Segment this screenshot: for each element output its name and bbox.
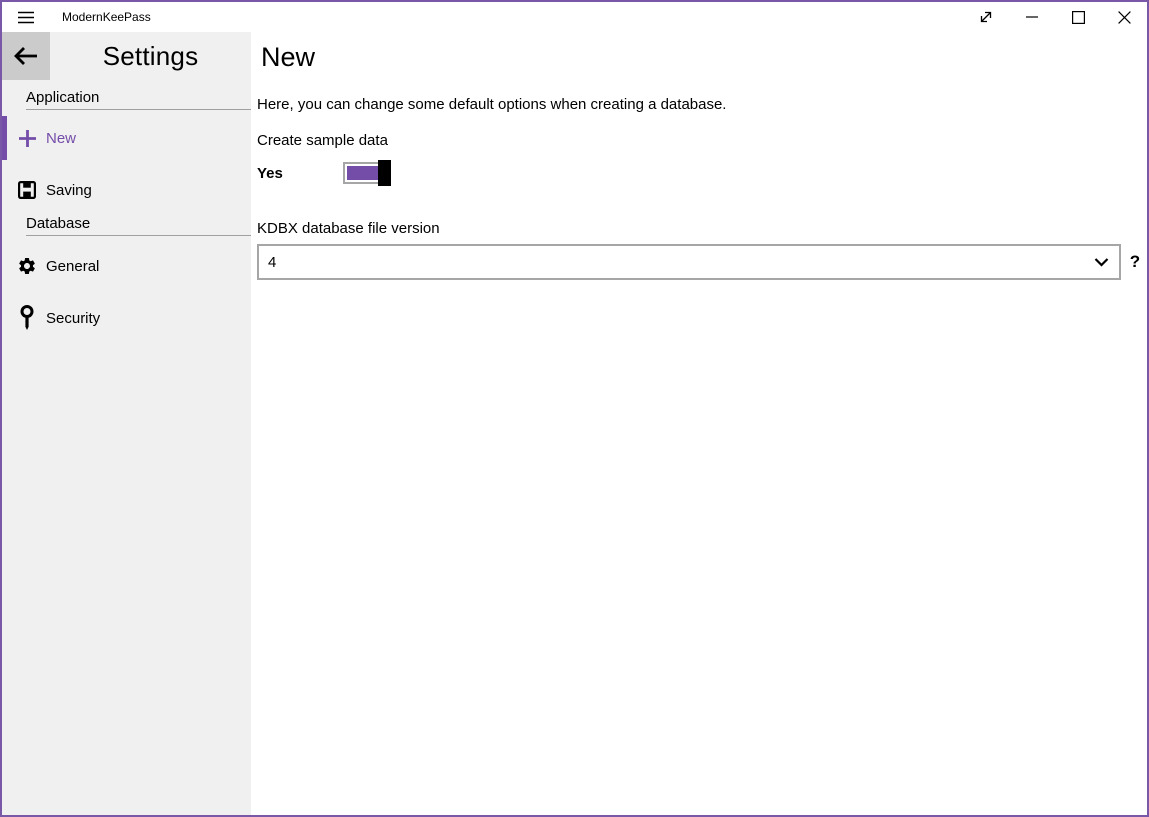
settings-page-new: New Here, you can change some default op… bbox=[251, 32, 1149, 815]
sidebar-item-saving[interactable]: Saving bbox=[2, 168, 251, 212]
sidebar-item-label: New bbox=[46, 130, 76, 147]
back-arrow-icon bbox=[13, 46, 39, 66]
create-sample-data-toggle[interactable] bbox=[343, 162, 391, 184]
sidebar-header: Settings bbox=[2, 32, 251, 80]
fullscreen-icon bbox=[979, 10, 993, 24]
maximize-icon bbox=[1072, 11, 1085, 24]
app-window: ModernKeePass bbox=[0, 0, 1149, 817]
chevron-down-icon bbox=[1094, 258, 1109, 267]
minimize-icon bbox=[1026, 16, 1038, 18]
fullscreen-button[interactable] bbox=[963, 2, 1009, 32]
titlebar: ModernKeePass bbox=[2, 2, 1147, 32]
toggle-state-label: Yes bbox=[257, 165, 283, 182]
sidebar-item-label: Saving bbox=[46, 182, 92, 199]
kdbx-version-dropdown[interactable]: 4 bbox=[257, 244, 1121, 280]
window-controls bbox=[963, 2, 1147, 32]
maximize-button[interactable] bbox=[1055, 2, 1101, 32]
hamburger-menu-button[interactable] bbox=[2, 2, 50, 32]
help-button[interactable]: ? bbox=[1121, 252, 1149, 272]
create-sample-data-label: Create sample data bbox=[257, 132, 1149, 149]
sidebar-item-label: Security bbox=[46, 310, 100, 327]
page-title: New bbox=[261, 42, 1149, 72]
sidebar-item-security[interactable]: Security bbox=[2, 296, 251, 340]
minimize-button[interactable] bbox=[1009, 2, 1055, 32]
section-header-application: Application bbox=[26, 89, 251, 110]
hamburger-icon bbox=[18, 11, 34, 24]
settings-sidebar: Settings Application New Saving Database bbox=[2, 32, 251, 815]
kdbx-version-label: KDBX database file version bbox=[257, 220, 1149, 237]
kdbx-version-row: 4 ? bbox=[257, 244, 1149, 280]
sidebar-item-new[interactable]: New bbox=[2, 116, 251, 160]
back-button[interactable] bbox=[2, 32, 50, 80]
section-header-database: Database bbox=[26, 215, 251, 236]
save-icon bbox=[12, 181, 42, 199]
plus-icon bbox=[12, 129, 42, 148]
create-sample-data-row: Yes bbox=[257, 160, 1149, 186]
sidebar-item-label: General bbox=[46, 258, 99, 275]
close-icon bbox=[1118, 11, 1131, 24]
close-button[interactable] bbox=[1101, 2, 1147, 32]
page-description: Here, you can change some default option… bbox=[257, 96, 1149, 114]
sidebar-item-general[interactable]: General bbox=[2, 244, 251, 288]
key-icon bbox=[12, 305, 42, 332]
app-title: ModernKeePass bbox=[62, 10, 151, 24]
gear-icon bbox=[12, 256, 42, 276]
dropdown-selected-value: 4 bbox=[268, 254, 276, 271]
settings-heading: Settings bbox=[50, 41, 251, 72]
toggle-thumb[interactable] bbox=[378, 160, 391, 186]
